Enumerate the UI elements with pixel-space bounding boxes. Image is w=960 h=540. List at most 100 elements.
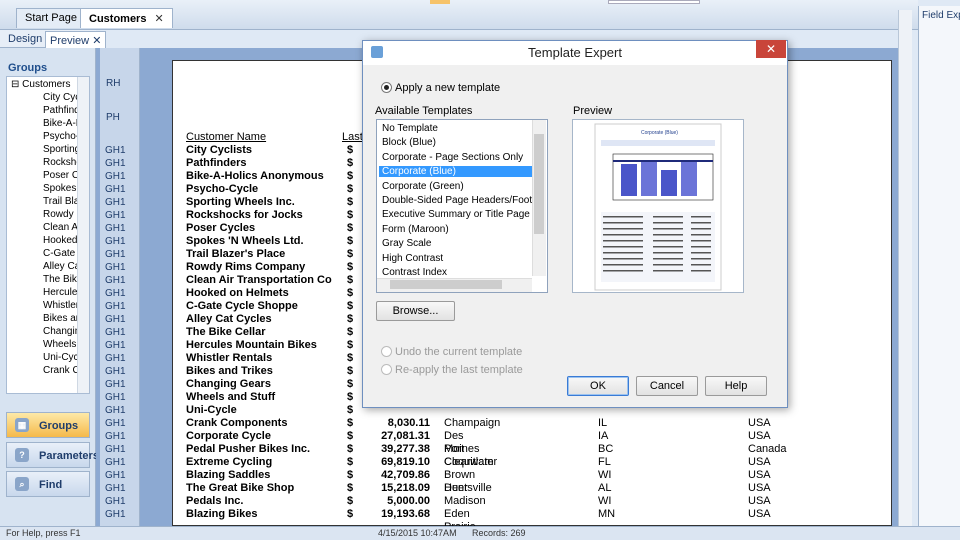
region: AL bbox=[598, 482, 612, 494]
template-list-item[interactable]: Corporate - Page Sections Only bbox=[382, 152, 523, 163]
tree-item[interactable]: Changin bbox=[43, 326, 81, 337]
tree-item[interactable]: Psycho- bbox=[43, 131, 81, 142]
template-list-item[interactable]: No Template bbox=[382, 123, 438, 134]
template-list-item[interactable]: Block (Blue) bbox=[382, 137, 436, 148]
group-header-label: GH1 bbox=[105, 314, 126, 325]
reapply-radio[interactable] bbox=[381, 364, 392, 375]
tree-scrollbar[interactable] bbox=[77, 77, 89, 393]
tree-root[interactable]: ⊟ Customers bbox=[11, 79, 71, 90]
list-hscroll-thumb[interactable] bbox=[390, 280, 502, 289]
tree-item[interactable]: The Bik bbox=[43, 274, 81, 285]
list-scroll-thumb[interactable] bbox=[534, 134, 544, 234]
country: USA bbox=[748, 417, 771, 429]
tab-label: Preview bbox=[50, 35, 90, 47]
customer-name: Hooked on Helmets bbox=[186, 287, 289, 299]
tab-design[interactable]: Design bbox=[4, 31, 46, 48]
tree-root-label: Customers bbox=[22, 79, 71, 90]
currency-symbol: $ bbox=[347, 365, 354, 377]
last-year-sales: 5,000.00 bbox=[387, 495, 430, 507]
cancel-button[interactable]: Cancel bbox=[636, 376, 698, 396]
tree-item[interactable]: Wheels bbox=[43, 339, 81, 350]
customer-name: Pathfinders bbox=[186, 157, 247, 169]
currency-symbol: $ bbox=[347, 469, 354, 481]
tree-item[interactable]: Bike-A-H bbox=[43, 118, 81, 129]
band-rh: RH bbox=[106, 78, 121, 89]
tree-item[interactable]: Crank C bbox=[43, 365, 81, 376]
last-year-sales: 39,277.38 bbox=[381, 443, 430, 455]
template-list-item[interactable]: High Contrast bbox=[382, 253, 443, 264]
city: Madison bbox=[444, 495, 486, 507]
ok-button[interactable]: OK bbox=[567, 376, 629, 396]
customer-name: Pedal Pusher Bikes Inc. bbox=[186, 443, 311, 455]
template-list-item[interactable]: Gray Scale bbox=[382, 238, 431, 249]
currency-symbol: $ bbox=[347, 222, 354, 234]
customer-name: Crank Components bbox=[186, 417, 288, 429]
tree-item[interactable]: Poser Cy bbox=[43, 170, 81, 181]
template-list-item[interactable]: Corporate (Blue) bbox=[379, 166, 532, 178]
apply-new-radio[interactable] bbox=[381, 82, 392, 93]
report-vertical-scrollbar[interactable] bbox=[898, 10, 912, 526]
tree-item[interactable]: Hooked bbox=[43, 235, 81, 246]
currency-symbol: $ bbox=[347, 274, 354, 286]
last-year-sales: 27,081.31 bbox=[381, 430, 430, 442]
template-listbox[interactable]: No Template Block (Blue) Corporate - Page … bbox=[376, 119, 548, 293]
customer-name: City Cyclists bbox=[186, 144, 253, 156]
preview-thumbnail: Corporate (Blue) bbox=[594, 123, 722, 291]
tree-item[interactable]: Hercule bbox=[43, 287, 81, 298]
customer-name: Spokes 'N Wheels Ltd. bbox=[186, 235, 304, 247]
tree-item[interactable]: Sporting bbox=[43, 144, 81, 155]
tab-preview[interactable]: Preview ✕ bbox=[45, 31, 107, 48]
nav-groups-button[interactable]: ▦ Groups bbox=[6, 412, 90, 438]
last-year-sales: 42,709.86 bbox=[381, 469, 430, 481]
country: Canada bbox=[748, 443, 787, 455]
collapse-icon[interactable]: ⊟ bbox=[11, 79, 19, 90]
help-button[interactable]: Help bbox=[705, 376, 767, 396]
currency-symbol: $ bbox=[347, 157, 354, 169]
country: USA bbox=[748, 430, 771, 442]
tree-item[interactable]: Rocksho bbox=[43, 157, 81, 168]
customer-name: Corporate Cycle bbox=[186, 430, 271, 442]
region: WI bbox=[598, 495, 612, 507]
tree-item[interactable]: Spokes bbox=[43, 183, 81, 194]
close-icon[interactable]: ✕ bbox=[92, 35, 101, 47]
tree-item[interactable]: Rowdy R bbox=[43, 209, 81, 220]
customer-name: Uni-Cycle bbox=[186, 404, 237, 416]
group-header-label: GH1 bbox=[105, 483, 126, 494]
toolbar-highlight bbox=[430, 0, 450, 4]
city: Champaign bbox=[444, 417, 501, 429]
find-icon: ⌕ bbox=[15, 477, 29, 491]
tab-start-page[interactable]: Start Page bbox=[16, 8, 86, 28]
undo-radio[interactable] bbox=[381, 346, 392, 357]
tree-item[interactable]: Bikes ar bbox=[43, 313, 81, 324]
tree-item[interactable]: City Cyc bbox=[43, 92, 81, 103]
template-list-item[interactable]: Double-Sided Page Headers/Footers bbox=[382, 195, 546, 206]
tree-item[interactable]: Uni-Cycl bbox=[43, 352, 81, 363]
country: USA bbox=[748, 456, 771, 468]
tree-item[interactable]: Alley Ca bbox=[43, 261, 81, 272]
customer-name: Rockshocks for Jocks bbox=[186, 209, 303, 221]
template-list-item[interactable]: Corporate (Green) bbox=[382, 181, 464, 192]
template-list-item[interactable]: Contrast Index bbox=[382, 267, 447, 278]
close-icon[interactable]: ✕ bbox=[154, 13, 163, 25]
group-tree[interactable]: ⊟ Customers City Cyc Pathfind Bike-A-H Psyc… bbox=[6, 76, 90, 394]
tree-item[interactable]: Whistler bbox=[43, 300, 81, 311]
nav-find-button[interactable]: ⌕ Find bbox=[6, 471, 90, 497]
currency-symbol: $ bbox=[347, 144, 354, 156]
nav-parameters-button[interactable]: ? Parameters bbox=[6, 442, 99, 468]
tree-item[interactable]: C-Gate C bbox=[43, 248, 81, 259]
groups-title: Groups bbox=[8, 62, 48, 74]
tree-item[interactable]: Trail Bla bbox=[43, 196, 81, 207]
tree-item[interactable]: Clean Ai bbox=[43, 222, 81, 233]
browse-button[interactable]: Browse... bbox=[376, 301, 455, 321]
close-button[interactable]: ✕ bbox=[756, 40, 786, 58]
currency-symbol: $ bbox=[347, 352, 354, 364]
template-list-item[interactable]: Executive Summary or Title Page bbox=[382, 209, 530, 220]
tree-item[interactable]: Pathfind bbox=[43, 105, 81, 116]
template-list-item[interactable]: Form (Maroon) bbox=[382, 224, 449, 235]
customer-name: Sporting Wheels Inc. bbox=[186, 196, 295, 208]
field-explorer-title: Field Exp bbox=[922, 10, 960, 21]
nav-label: Groups bbox=[39, 420, 79, 432]
tab-customers[interactable]: Customers ✕ bbox=[80, 8, 173, 28]
group-header-label: GH1 bbox=[105, 366, 126, 377]
customer-name: Pedals Inc. bbox=[186, 495, 244, 507]
